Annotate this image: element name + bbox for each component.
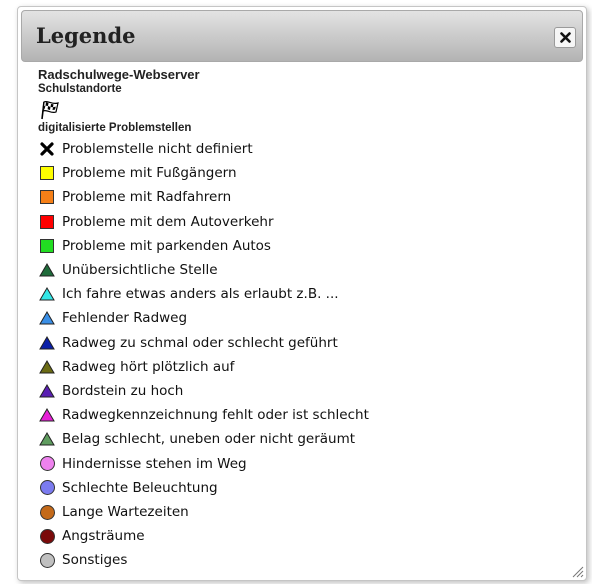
triangle-icon [38,382,56,400]
legend-item: Sonstiges [38,550,127,570]
triangle-icon [38,261,56,279]
legend-item: Problemstelle nicht definiert [38,139,253,159]
legend-item-label: Schlechte Beleuchtung [62,479,218,496]
legend-item-label: Radwegkennzeichnung fehlt oder ist schle… [62,407,369,424]
circle-icon [38,527,56,545]
circle-icon [38,455,56,473]
legend-item-label: Angsträume [62,528,145,545]
close-icon [559,32,571,43]
dialog-titlebar[interactable]: Legende [21,10,583,62]
legend-dialog: Legende Radschulwege-Webserver Schulstan… [17,6,587,581]
triangle-icon [38,358,56,376]
legend-item: Schlechte Beleuchtung [38,478,218,498]
square-icon [38,237,56,255]
legend-item-label: Sonstiges [62,552,128,569]
legend-item: Unübersichtliche Stelle [38,260,218,280]
legend-item-label: Unübersichtliche Stelle [62,262,218,278]
legend-item-label: Bordstein zu hoch [62,383,184,399]
triangle-icon [38,285,56,303]
circle-icon [38,479,56,497]
legend-item: Radweg hört plötzlich auf [38,357,234,377]
legend-item: Radweg zu schmal oder schlecht geführt [38,333,338,353]
legend-item: Ich fahre etwas anders als erlaubt z.B. … [38,284,339,304]
square-icon [38,188,56,206]
close-button[interactable] [554,27,576,48]
server-title: Radschulwege-Webserver [38,67,200,82]
legend-item: Belag schlecht, uneben oder nicht geräum… [38,429,355,449]
triangle-icon [38,430,56,448]
circle-icon [38,551,56,569]
legend-item: Bordstein zu hoch [38,381,183,401]
legend-item: Radwegkennzeichnung fehlt oder ist schle… [38,405,369,425]
x-mark-icon [38,140,56,158]
checkered-flag-icon [41,100,59,120]
circle-icon [38,503,56,521]
legend-item-label: Probleme mit Radfahrern [62,189,232,206]
legend-item-label: Radweg hört plötzlich auf [62,358,235,375]
legend-item-label: Problemstelle nicht definiert [62,141,253,157]
legend-item: Fehlender Radweg [38,308,187,328]
legend-item: Lange Wartezeiten [38,502,189,522]
legend-item: Probleme mit dem Autoverkehr [38,212,274,232]
legend-item-label: Belag schlecht, uneben oder nicht geräum… [62,431,356,448]
square-icon [38,164,56,182]
legend-item-label: Radweg zu schmal oder schlecht geführt [62,334,338,351]
legend-item: Probleme mit Fußgängern [38,163,237,183]
legend-item-label: Lange Wartezeiten [62,504,189,520]
triangle-icon [38,309,56,327]
legend-item-label: Hindernisse stehen im Weg [62,455,247,472]
legend-item-label: Fehlender Radweg [62,310,188,327]
dialog-title: Legende [36,23,136,48]
resize-handle-icon[interactable] [570,564,584,578]
legend-item-label: Probleme mit Fußgängern [62,165,237,182]
legend-item-label: Probleme mit parkenden Autos [62,237,271,254]
school-heading: Schulstandorte [38,83,122,95]
legend-item-label: Ich fahre etwas anders als erlaubt z.B. … [62,286,339,303]
triangle-icon [38,406,56,424]
legend-item: Angsträume [38,526,145,546]
legend-item: Hindernisse stehen im Weg [38,454,247,474]
triangle-icon [38,334,56,352]
legend-item: Probleme mit Radfahrern [38,187,231,207]
square-icon [38,213,56,231]
legend-content: Radschulwege-Webserver Schulstandorte di… [38,67,580,576]
problems-heading: digitalisierte Problemstellen [38,122,192,134]
legend-item: Probleme mit parkenden Autos [38,236,271,256]
legend-item-label: Probleme mit dem Autoverkehr [62,213,274,230]
